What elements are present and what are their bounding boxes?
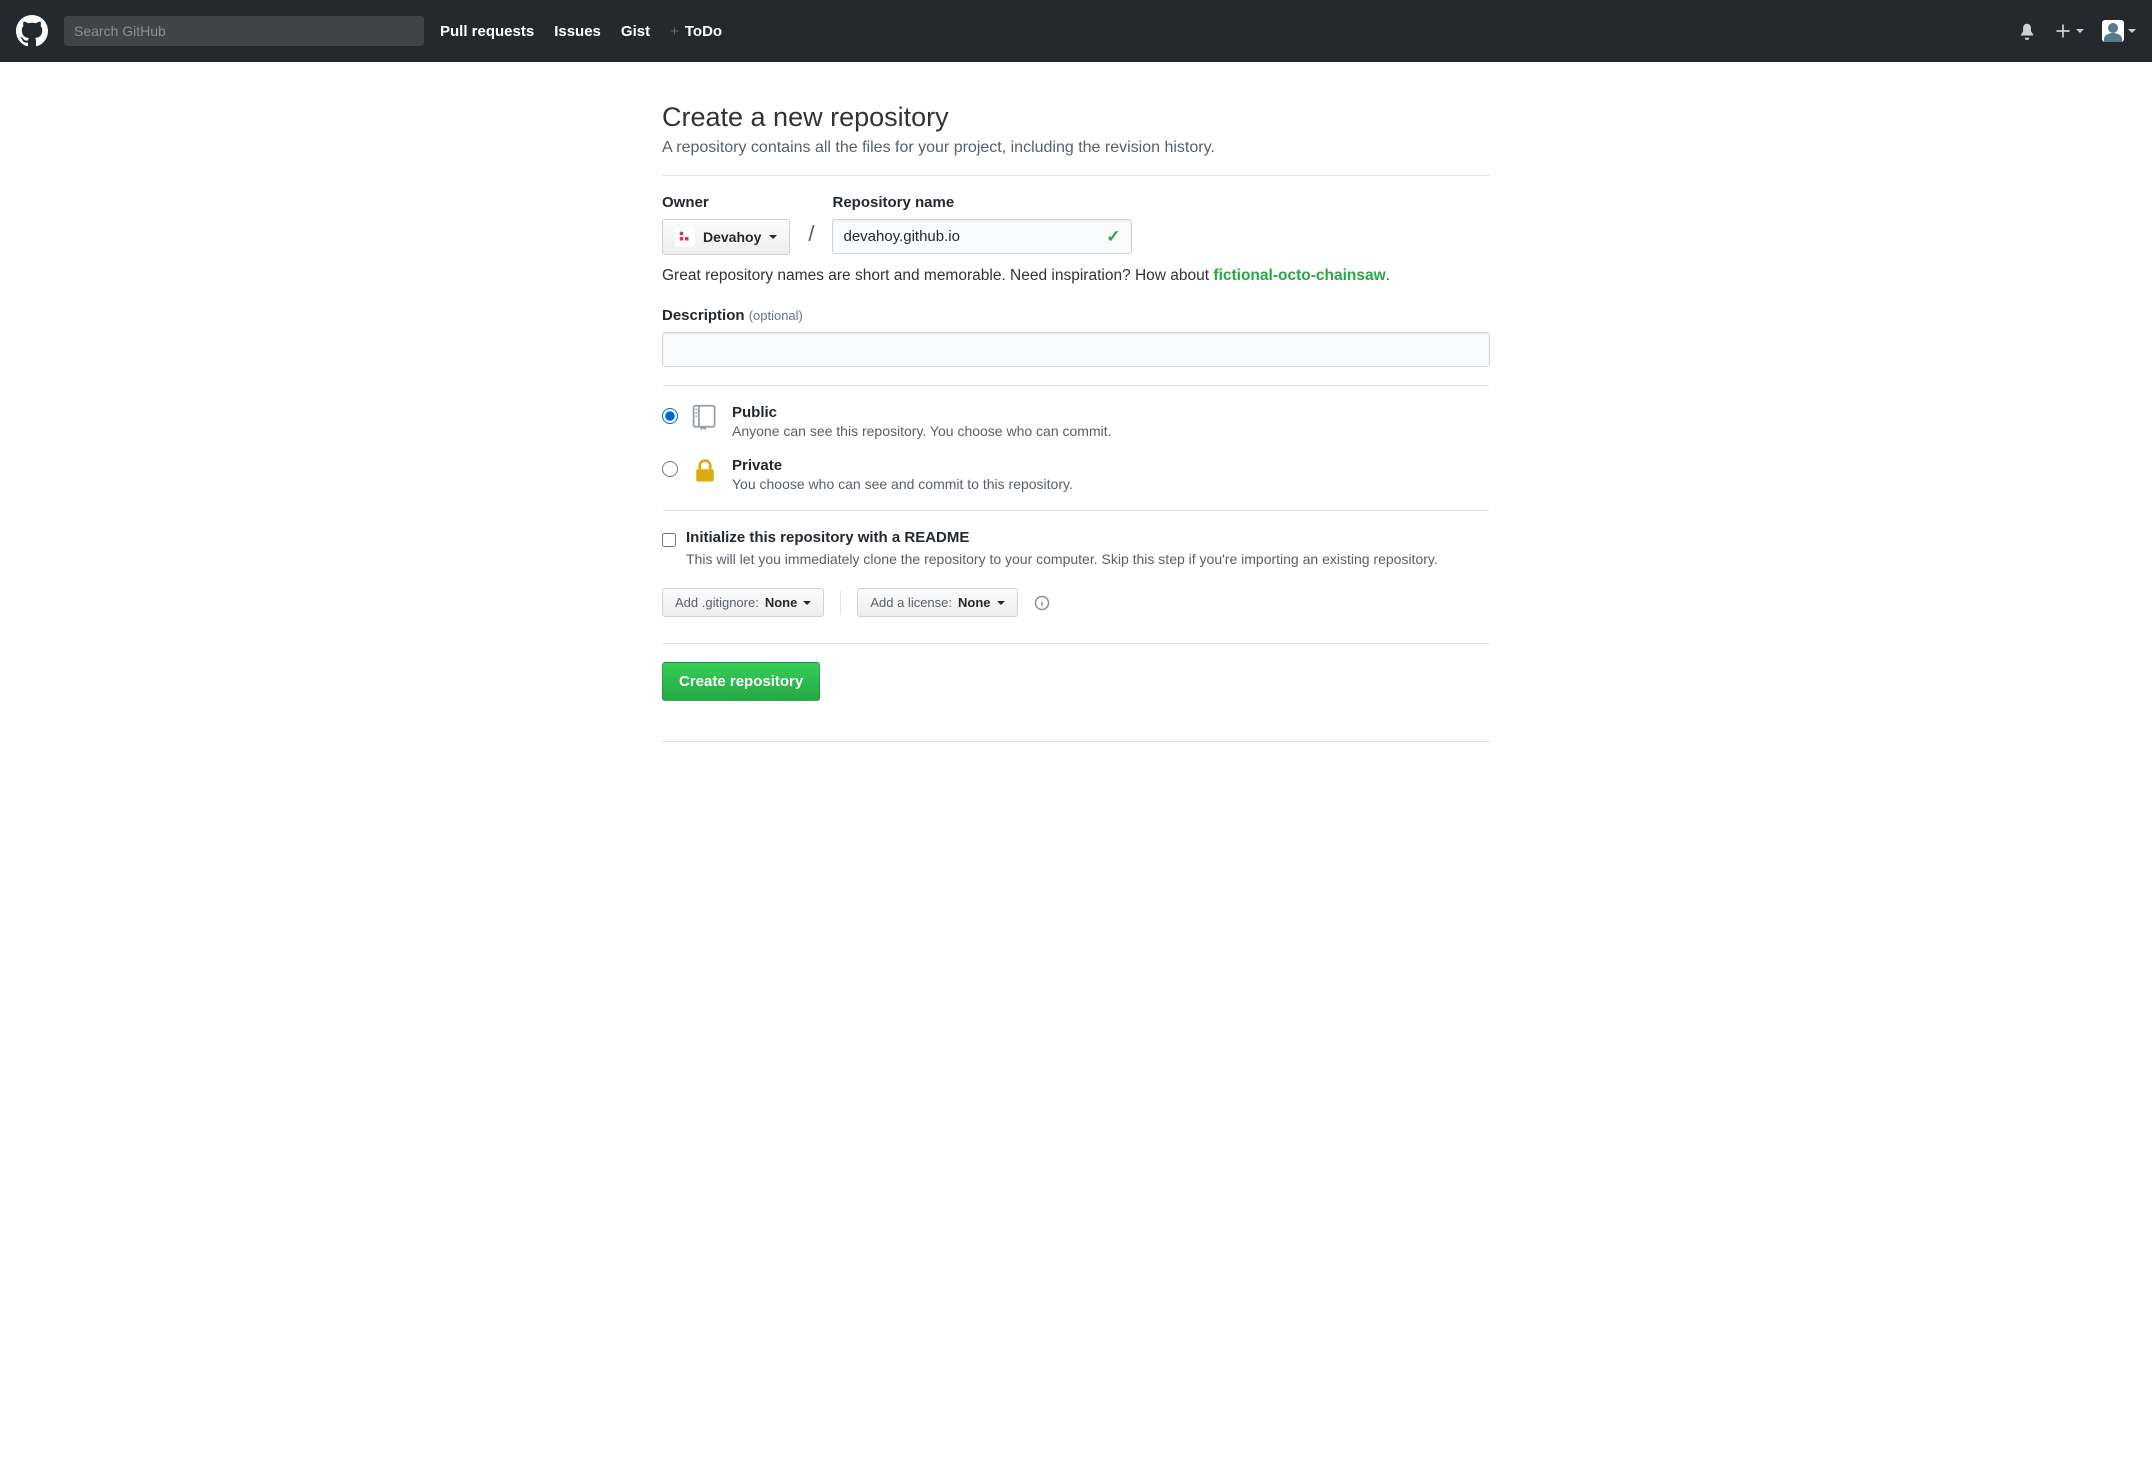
owner-field: Owner Devahoy bbox=[662, 194, 790, 255]
avatar bbox=[2102, 20, 2124, 42]
search-input[interactable] bbox=[64, 16, 424, 46]
visibility-private-title: Private bbox=[732, 457, 1073, 474]
repo-name-label: Repository name bbox=[832, 194, 1132, 211]
info-icon[interactable] bbox=[1034, 595, 1050, 611]
license-select[interactable]: Add a license: None bbox=[857, 588, 1017, 617]
hint-suffix: . bbox=[1386, 267, 1390, 284]
caret-down-icon bbox=[997, 601, 1005, 605]
plus-icon bbox=[2054, 22, 2072, 40]
create-repository-button[interactable]: Create repository bbox=[662, 662, 820, 701]
divider bbox=[662, 175, 1490, 176]
caret-down-icon bbox=[803, 601, 811, 605]
visibility-public-desc: Anyone can see this repository. You choo… bbox=[732, 423, 1112, 439]
divider bbox=[662, 385, 1490, 386]
create-new-menu[interactable] bbox=[2054, 22, 2084, 40]
nav-links: Pull requests Issues Gist ToDo bbox=[440, 23, 722, 40]
nav-pull-requests[interactable]: Pull requests bbox=[440, 23, 534, 40]
license-prefix: Add a license: bbox=[870, 595, 952, 610]
gitignore-prefix: Add .gitignore: bbox=[675, 595, 759, 610]
init-readme-text: Initialize this repository with a README… bbox=[686, 529, 1438, 570]
caret-down-icon bbox=[2128, 29, 2136, 33]
gitignore-value: None bbox=[765, 595, 798, 610]
github-logo-icon[interactable] bbox=[16, 15, 48, 47]
user-menu[interactable] bbox=[2102, 20, 2136, 42]
page-subhead: A repository contains all the files for … bbox=[662, 139, 1490, 157]
description-label-text: Description bbox=[662, 307, 745, 324]
repo-name-field: Repository name ✓ bbox=[832, 194, 1132, 254]
nav-todo[interactable]: ToDo bbox=[670, 23, 722, 40]
description-label: Description (optional) bbox=[662, 307, 1490, 324]
visibility-public-row: Public Anyone can see this repository. Y… bbox=[662, 404, 1490, 439]
repo-name-hint: Great repository names are short and mem… bbox=[662, 267, 1490, 285]
owner-name: Devahoy bbox=[703, 229, 761, 245]
caret-down-icon bbox=[2076, 29, 2084, 33]
repo-icon bbox=[690, 404, 720, 432]
init-readme-desc: This will let you immediately clone the … bbox=[686, 549, 1438, 570]
nav-issues[interactable]: Issues bbox=[554, 23, 601, 40]
visibility-public-text: Public Anyone can see this repository. Y… bbox=[732, 404, 1112, 439]
repo-name-input[interactable] bbox=[832, 219, 1132, 254]
header-right bbox=[2018, 20, 2136, 42]
owner-repo-row: Owner Devahoy / Repository name ✓ bbox=[662, 194, 1490, 255]
visibility-public-radio[interactable] bbox=[662, 408, 678, 424]
main-container: Create a new repository A repository con… bbox=[646, 62, 1506, 820]
init-readme-row: Initialize this repository with a README… bbox=[662, 529, 1490, 570]
owner-label: Owner bbox=[662, 194, 790, 211]
init-readme-title: Initialize this repository with a README bbox=[686, 529, 1438, 546]
visibility-private-text: Private You choose who can see and commi… bbox=[732, 457, 1073, 492]
vertical-separator bbox=[840, 591, 841, 615]
owner-avatar-icon bbox=[675, 227, 695, 247]
owner-repo-separator: / bbox=[808, 221, 814, 255]
repo-name-suggestion[interactable]: fictional-octo-chainsaw bbox=[1213, 267, 1385, 284]
visibility-private-row: Private You choose who can see and commi… bbox=[662, 457, 1490, 492]
notifications-bell-icon[interactable] bbox=[2018, 22, 2036, 40]
check-icon: ✓ bbox=[1106, 227, 1120, 247]
divider bbox=[662, 741, 1490, 742]
owner-select[interactable]: Devahoy bbox=[662, 219, 790, 255]
description-optional: (optional) bbox=[749, 308, 803, 323]
lock-icon bbox=[690, 457, 720, 485]
visibility-private-radio[interactable] bbox=[662, 461, 678, 477]
page-title: Create a new repository bbox=[662, 102, 1490, 133]
gitignore-license-row: Add .gitignore: None Add a license: None bbox=[662, 588, 1490, 617]
nav-gist[interactable]: Gist bbox=[621, 23, 650, 40]
caret-down-icon bbox=[769, 235, 777, 239]
header-left: Pull requests Issues Gist ToDo bbox=[16, 15, 2018, 47]
license-value: None bbox=[958, 595, 991, 610]
description-input[interactable] bbox=[662, 332, 1490, 367]
description-field: Description (optional) bbox=[662, 307, 1490, 367]
gitignore-select[interactable]: Add .gitignore: None bbox=[662, 588, 824, 617]
init-readme-checkbox[interactable] bbox=[662, 533, 676, 547]
visibility-private-desc: You choose who can see and commit to thi… bbox=[732, 476, 1073, 492]
divider bbox=[662, 643, 1490, 644]
divider bbox=[662, 510, 1490, 511]
global-header: Pull requests Issues Gist ToDo bbox=[0, 0, 2152, 62]
visibility-public-title: Public bbox=[732, 404, 1112, 421]
hint-text: Great repository names are short and mem… bbox=[662, 267, 1213, 284]
